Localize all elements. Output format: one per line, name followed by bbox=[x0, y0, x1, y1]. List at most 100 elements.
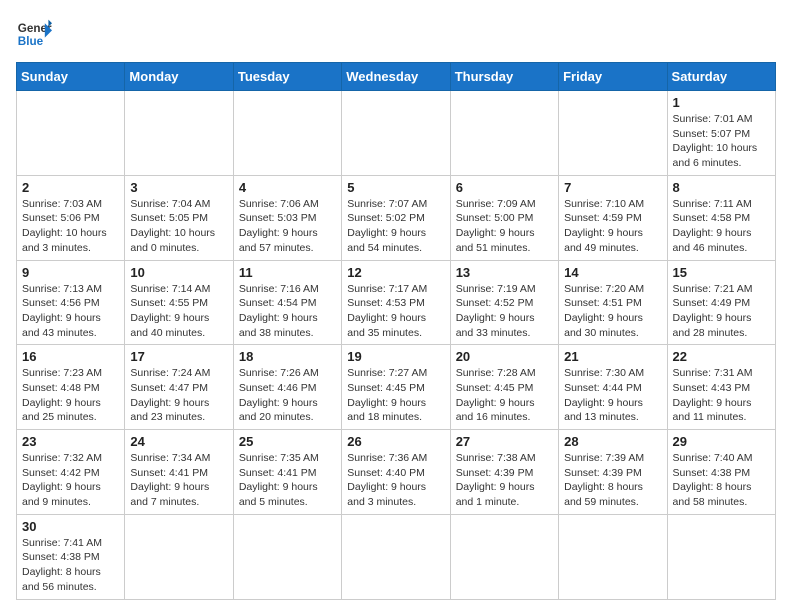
day-number: 25 bbox=[239, 434, 336, 449]
calendar-week-row: 1 Sunrise: 7:01 AMSunset: 5:07 PMDaylight… bbox=[17, 91, 776, 176]
calendar-cell: 11 Sunrise: 7:16 AMSunset: 4:54 PMDayligh… bbox=[233, 260, 341, 345]
day-info: Sunrise: 7:03 AMSunset: 5:06 PMDaylight:… bbox=[22, 197, 119, 256]
day-info: Sunrise: 7:26 AMSunset: 4:46 PMDaylight:… bbox=[239, 366, 336, 425]
calendar-cell bbox=[342, 91, 450, 176]
day-info: Sunrise: 7:27 AMSunset: 4:45 PMDaylight:… bbox=[347, 366, 444, 425]
calendar-cell: 17 Sunrise: 7:24 AMSunset: 4:47 PMDayligh… bbox=[125, 345, 233, 430]
calendar-cell bbox=[667, 514, 775, 599]
weekday-header-thursday: Thursday bbox=[450, 63, 558, 91]
day-number: 23 bbox=[22, 434, 119, 449]
day-number: 16 bbox=[22, 349, 119, 364]
calendar-cell: 13Sunrise: 7:19 AMSunset: 4:52 PMDayligh… bbox=[450, 260, 558, 345]
calendar-cell: 2 Sunrise: 7:03 AMSunset: 5:06 PMDaylight… bbox=[17, 175, 125, 260]
weekday-header-sunday: Sunday bbox=[17, 63, 125, 91]
day-number: 11 bbox=[239, 265, 336, 280]
day-number: 29 bbox=[673, 434, 770, 449]
weekday-header-monday: Monday bbox=[125, 63, 233, 91]
generalblue-logo-icon: General Blue bbox=[16, 16, 52, 52]
day-number: 9 bbox=[22, 265, 119, 280]
day-info: Sunrise: 7:31 AMSunset: 4:43 PMDaylight:… bbox=[673, 366, 770, 425]
day-number: 14 bbox=[564, 265, 661, 280]
day-info: Sunrise: 7:16 AMSunset: 4:54 PMDaylight:… bbox=[239, 282, 336, 341]
day-info: Sunrise: 7:39 AMSunset: 4:39 PMDaylight:… bbox=[564, 451, 661, 510]
calendar-cell: 18Sunrise: 7:26 AMSunset: 4:46 PMDayligh… bbox=[233, 345, 341, 430]
calendar-week-row: 2 Sunrise: 7:03 AMSunset: 5:06 PMDaylight… bbox=[17, 175, 776, 260]
day-number: 6 bbox=[456, 180, 553, 195]
calendar-cell: 25Sunrise: 7:35 AMSunset: 4:41 PMDayligh… bbox=[233, 430, 341, 515]
header: General Blue bbox=[16, 16, 776, 52]
calendar-cell: 4 Sunrise: 7:06 AMSunset: 5:03 PMDaylight… bbox=[233, 175, 341, 260]
day-info: Sunrise: 7:20 AMSunset: 4:51 PMDaylight:… bbox=[564, 282, 661, 341]
calendar-cell: 30Sunrise: 7:41 AMSunset: 4:38 PMDayligh… bbox=[17, 514, 125, 599]
day-number: 19 bbox=[347, 349, 444, 364]
day-number: 4 bbox=[239, 180, 336, 195]
day-number: 5 bbox=[347, 180, 444, 195]
day-info: Sunrise: 7:06 AMSunset: 5:03 PMDaylight:… bbox=[239, 197, 336, 256]
day-info: Sunrise: 7:24 AMSunset: 4:47 PMDaylight:… bbox=[130, 366, 227, 425]
day-number: 20 bbox=[456, 349, 553, 364]
weekday-header-wednesday: Wednesday bbox=[342, 63, 450, 91]
calendar-cell: 21 Sunrise: 7:30 AMSunset: 4:44 PMDayligh… bbox=[559, 345, 667, 430]
day-info: Sunrise: 7:28 AMSunset: 4:45 PMDaylight:… bbox=[456, 366, 553, 425]
day-info: Sunrise: 7:30 AMSunset: 4:44 PMDaylight:… bbox=[564, 366, 661, 425]
day-info: Sunrise: 7:04 AMSunset: 5:05 PMDaylight:… bbox=[130, 197, 227, 256]
day-number: 28 bbox=[564, 434, 661, 449]
day-number: 22 bbox=[673, 349, 770, 364]
calendar-cell: 22 Sunrise: 7:31 AMSunset: 4:43 PMDayligh… bbox=[667, 345, 775, 430]
day-number: 15 bbox=[673, 265, 770, 280]
calendar-cell bbox=[559, 514, 667, 599]
calendar-cell: 29 Sunrise: 7:40 AMSunset: 4:38 PMDayligh… bbox=[667, 430, 775, 515]
calendar-cell bbox=[450, 91, 558, 176]
calendar-cell: 20 Sunrise: 7:28 AMSunset: 4:45 PMDayligh… bbox=[450, 345, 558, 430]
day-number: 21 bbox=[564, 349, 661, 364]
day-info: Sunrise: 7:34 AMSunset: 4:41 PMDaylight:… bbox=[130, 451, 227, 510]
day-info: Sunrise: 7:10 AMSunset: 4:59 PMDaylight:… bbox=[564, 197, 661, 256]
day-number: 2 bbox=[22, 180, 119, 195]
calendar-cell: 3 Sunrise: 7:04 AMSunset: 5:05 PMDaylight… bbox=[125, 175, 233, 260]
day-number: 3 bbox=[130, 180, 227, 195]
calendar-cell: 1 Sunrise: 7:01 AMSunset: 5:07 PMDaylight… bbox=[667, 91, 775, 176]
calendar-cell: 10Sunrise: 7:14 AMSunset: 4:55 PMDayligh… bbox=[125, 260, 233, 345]
day-info: Sunrise: 7:23 AMSunset: 4:48 PMDaylight:… bbox=[22, 366, 119, 425]
calendar-cell bbox=[342, 514, 450, 599]
day-info: Sunrise: 7:36 AMSunset: 4:40 PMDaylight:… bbox=[347, 451, 444, 510]
calendar-week-row: 30Sunrise: 7:41 AMSunset: 4:38 PMDayligh… bbox=[17, 514, 776, 599]
day-number: 26 bbox=[347, 434, 444, 449]
calendar-cell: 8Sunrise: 7:11 AMSunset: 4:58 PMDaylight… bbox=[667, 175, 775, 260]
day-info: Sunrise: 7:41 AMSunset: 4:38 PMDaylight:… bbox=[22, 536, 119, 595]
calendar-cell bbox=[125, 91, 233, 176]
day-info: Sunrise: 7:09 AMSunset: 5:00 PMDaylight:… bbox=[456, 197, 553, 256]
day-info: Sunrise: 7:01 AMSunset: 5:07 PMDaylight:… bbox=[673, 112, 770, 171]
weekday-header-friday: Friday bbox=[559, 63, 667, 91]
calendar: SundayMondayTuesdayWednesdayThursdayFrid… bbox=[16, 62, 776, 600]
day-info: Sunrise: 7:21 AMSunset: 4:49 PMDaylight:… bbox=[673, 282, 770, 341]
day-info: Sunrise: 7:13 AMSunset: 4:56 PMDaylight:… bbox=[22, 282, 119, 341]
calendar-week-row: 23Sunrise: 7:32 AMSunset: 4:42 PMDayligh… bbox=[17, 430, 776, 515]
day-number: 17 bbox=[130, 349, 227, 364]
calendar-cell: 26 Sunrise: 7:36 AMSunset: 4:40 PMDayligh… bbox=[342, 430, 450, 515]
logo: General Blue bbox=[16, 16, 52, 52]
calendar-cell bbox=[125, 514, 233, 599]
calendar-cell: 23Sunrise: 7:32 AMSunset: 4:42 PMDayligh… bbox=[17, 430, 125, 515]
day-number: 13 bbox=[456, 265, 553, 280]
day-info: Sunrise: 7:11 AMSunset: 4:58 PMDaylight:… bbox=[673, 197, 770, 256]
calendar-cell: 27 Sunrise: 7:38 AMSunset: 4:39 PMDayligh… bbox=[450, 430, 558, 515]
calendar-week-row: 16 Sunrise: 7:23 AMSunset: 4:48 PMDayligh… bbox=[17, 345, 776, 430]
day-number: 27 bbox=[456, 434, 553, 449]
calendar-cell: 14 Sunrise: 7:20 AMSunset: 4:51 PMDayligh… bbox=[559, 260, 667, 345]
calendar-cell bbox=[233, 91, 341, 176]
calendar-cell: 9 Sunrise: 7:13 AMSunset: 4:56 PMDaylight… bbox=[17, 260, 125, 345]
day-info: Sunrise: 7:17 AMSunset: 4:53 PMDaylight:… bbox=[347, 282, 444, 341]
calendar-cell: 7Sunrise: 7:10 AMSunset: 4:59 PMDaylight… bbox=[559, 175, 667, 260]
calendar-week-row: 9 Sunrise: 7:13 AMSunset: 4:56 PMDaylight… bbox=[17, 260, 776, 345]
calendar-cell: 28 Sunrise: 7:39 AMSunset: 4:39 PMDayligh… bbox=[559, 430, 667, 515]
weekday-header-row: SundayMondayTuesdayWednesdayThursdayFrid… bbox=[17, 63, 776, 91]
calendar-cell bbox=[233, 514, 341, 599]
day-number: 1 bbox=[673, 95, 770, 110]
calendar-cell: 16 Sunrise: 7:23 AMSunset: 4:48 PMDayligh… bbox=[17, 345, 125, 430]
day-info: Sunrise: 7:40 AMSunset: 4:38 PMDaylight:… bbox=[673, 451, 770, 510]
calendar-cell: 5Sunrise: 7:07 AMSunset: 5:02 PMDaylight… bbox=[342, 175, 450, 260]
weekday-header-saturday: Saturday bbox=[667, 63, 775, 91]
day-info: Sunrise: 7:14 AMSunset: 4:55 PMDaylight:… bbox=[130, 282, 227, 341]
day-info: Sunrise: 7:38 AMSunset: 4:39 PMDaylight:… bbox=[456, 451, 553, 510]
